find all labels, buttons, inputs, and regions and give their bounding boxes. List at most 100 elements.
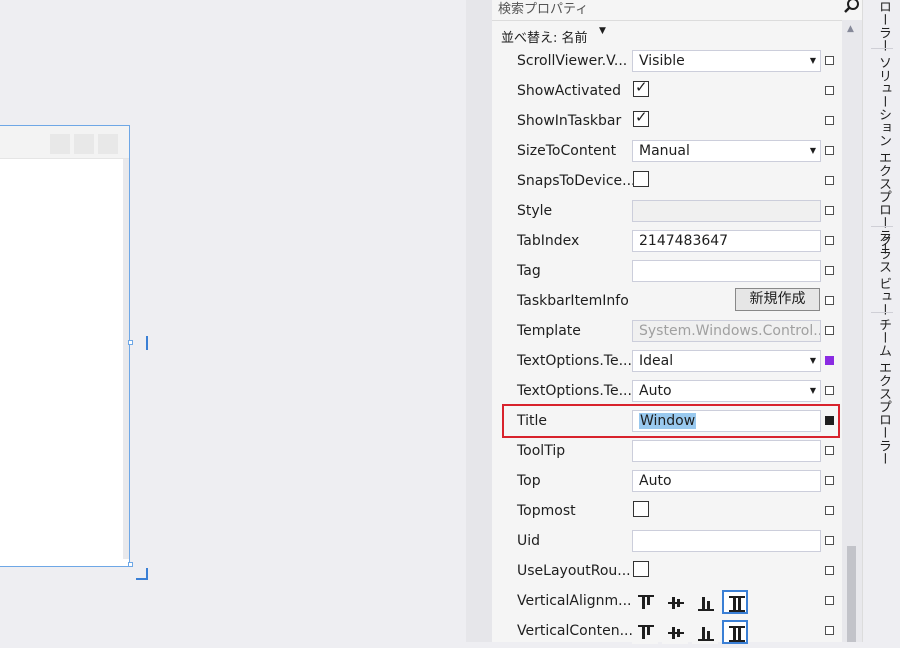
property-name: VerticalConten... — [517, 623, 633, 639]
property-dropdown[interactable]: Ideal ▼ — [632, 350, 821, 372]
align-center-icon[interactable] — [662, 590, 688, 614]
property-marker-icon[interactable] — [825, 476, 834, 485]
search-icon[interactable] — [843, 0, 861, 15]
chevron-down-icon[interactable]: ▼ — [810, 51, 816, 71]
property-value-input[interactable] — [632, 260, 821, 282]
resize-handle-right[interactable] — [128, 340, 133, 345]
search-input[interactable]: 検索プロパティ — [492, 0, 862, 21]
property-row[interactable]: ToolTip — [492, 438, 842, 468]
maximize-icon — [74, 134, 94, 154]
property-row[interactable]: SizeToContent Manual ▼ — [492, 138, 842, 168]
dock-tab-class-view[interactable]: クラス ビュー — [871, 234, 893, 316]
property-marker-icon[interactable] — [825, 326, 834, 335]
margin-adorner-right[interactable] — [146, 336, 148, 350]
property-row[interactable]: VerticalConten... — [492, 618, 842, 648]
property-name: TextOptions.Te... — [517, 383, 632, 399]
property-marker-icon[interactable] — [825, 146, 834, 155]
property-marker-icon[interactable] — [825, 116, 834, 125]
scroll-up-icon[interactable]: ▲ — [847, 24, 854, 34]
property-row[interactable]: Topmost — [492, 498, 842, 528]
align-bottom-icon[interactable] — [692, 620, 718, 644]
align-bottom-icon[interactable] — [692, 590, 718, 614]
property-marker-icon[interactable] — [825, 176, 834, 185]
property-row[interactable]: Style — [492, 198, 842, 228]
property-name: VerticalAlignm... — [517, 593, 632, 609]
property-row[interactable]: ScrollViewer.V... Visible ▼ — [492, 48, 842, 78]
new-button[interactable]: 新規作成 — [735, 288, 820, 311]
property-name: ShowActivated — [517, 83, 622, 99]
dock-tab-explorer-partial[interactable]: ローラー — [871, 0, 893, 52]
panel-splitter[interactable] — [466, 0, 492, 642]
property-value-input[interactable] — [632, 440, 821, 462]
property-row[interactable]: UseLayoutRou... — [492, 558, 842, 588]
property-row[interactable]: VerticalAlignm... — [492, 588, 842, 618]
property-value-input[interactable] — [632, 530, 821, 552]
property-name: ShowInTaskbar — [517, 113, 622, 129]
align-top-icon[interactable] — [632, 590, 658, 614]
property-name: UseLayoutRou... — [517, 563, 631, 579]
property-dropdown[interactable]: Manual ▼ — [632, 140, 821, 162]
property-marker-icon[interactable] — [825, 266, 834, 275]
checkmark-icon: ✓ — [635, 78, 648, 96]
scroll-thumb[interactable] — [847, 546, 856, 642]
sort-label: 並べ替え: 名前 — [501, 31, 588, 46]
property-marker-icon[interactable] — [825, 296, 834, 305]
chevron-down-icon[interactable]: ▼ — [810, 381, 816, 401]
property-marker-icon[interactable] — [825, 596, 834, 605]
dock-tab-team-explorer[interactable]: チーム エクスプローラー — [871, 318, 893, 465]
align-stretch-icon[interactable] — [722, 590, 748, 614]
property-row[interactable]: Top Auto — [492, 468, 842, 498]
property-value-input[interactable]: 2147483647 — [632, 230, 821, 252]
property-marker-icon[interactable] — [825, 536, 834, 545]
property-checkbox[interactable]: ✓ — [633, 108, 649, 127]
property-marker-icon[interactable] — [825, 236, 834, 245]
property-marker-icon[interactable] — [825, 566, 834, 575]
property-row[interactable]: ShowInTaskbar ✓ — [492, 108, 842, 138]
property-marker-icon[interactable] — [825, 356, 834, 365]
property-marker-icon[interactable] — [825, 86, 834, 95]
property-checkbox[interactable]: ✓ — [633, 78, 649, 97]
chevron-down-icon[interactable]: ▼ — [810, 141, 816, 161]
property-marker-icon[interactable] — [825, 506, 834, 515]
property-name: SizeToContent — [517, 143, 617, 159]
sort-bar[interactable]: 並べ替え: 名前 ▼ — [492, 21, 842, 49]
property-row[interactable]: Template System.Windows.Control... — [492, 318, 842, 348]
property-value: Visible — [639, 53, 685, 69]
property-row[interactable]: Tag — [492, 258, 842, 288]
property-row[interactable]: TabIndex 2147483647 — [492, 228, 842, 258]
chevron-down-icon[interactable]: ▼ — [810, 351, 816, 371]
property-marker-icon[interactable] — [825, 386, 834, 395]
window-preview[interactable] — [0, 125, 130, 567]
property-row[interactable]: TextOptions.Te... Ideal ▼ — [492, 348, 842, 378]
property-checkbox[interactable] — [633, 561, 649, 577]
window-preview-titlebar — [0, 126, 129, 159]
property-checkbox[interactable] — [633, 501, 649, 517]
property-row[interactable]: TaskbarItemInfo 新規作成 — [492, 288, 842, 318]
align-center-icon[interactable] — [662, 620, 688, 644]
property-dropdown[interactable]: Auto ▼ — [632, 380, 821, 402]
property-name: Uid — [517, 533, 541, 549]
property-row[interactable]: SnapsToDevice... — [492, 168, 842, 198]
property-marker-icon[interactable] — [825, 56, 834, 65]
properties-panel: 検索プロパティ 並べ替え: 名前 ▼ ScrollViewer.V... Visi… — [492, 0, 862, 644]
align-stretch-icon[interactable] — [722, 620, 748, 644]
property-name: Top — [517, 473, 541, 489]
resize-handle-bottom-right[interactable] — [128, 562, 133, 567]
property-dropdown[interactable]: Visible ▼ — [632, 50, 821, 72]
property-value-input: System.Windows.Control... — [632, 320, 821, 342]
property-row[interactable]: Uid — [492, 528, 842, 558]
property-name: TaskbarItemInfo — [517, 293, 629, 309]
property-row[interactable]: ShowActivated ✓ — [492, 78, 842, 108]
xaml-designer-surface[interactable] — [0, 0, 466, 642]
property-value: Manual — [639, 143, 690, 159]
property-marker-icon[interactable] — [825, 626, 834, 635]
property-name: Tag — [517, 263, 541, 279]
align-top-icon[interactable] — [632, 620, 658, 644]
close-icon — [98, 134, 118, 154]
property-checkbox[interactable] — [633, 171, 649, 187]
property-marker-icon[interactable] — [825, 206, 834, 215]
property-value-input[interactable]: Auto — [632, 470, 821, 492]
property-marker-icon[interactable] — [825, 446, 834, 455]
chevron-down-icon[interactable]: ▼ — [599, 26, 606, 36]
property-grid-scrollbar[interactable]: ▲ — [842, 20, 862, 642]
